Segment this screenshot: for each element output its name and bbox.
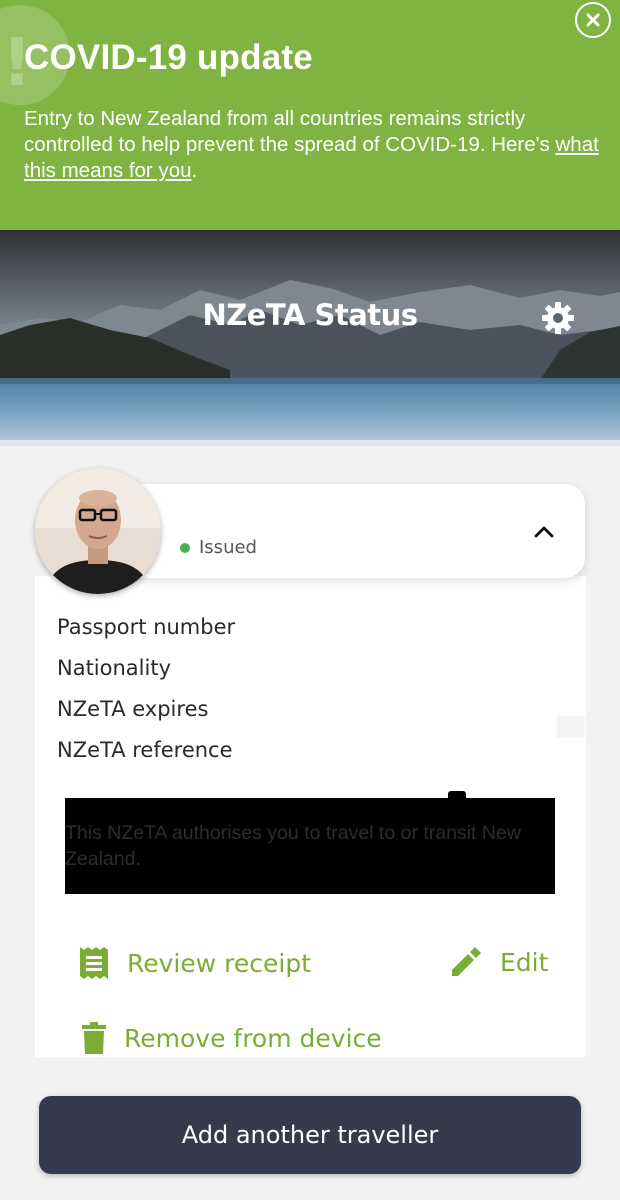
- add-traveller-button[interactable]: Add another traveller: [39, 1096, 581, 1174]
- close-banner-button[interactable]: [575, 2, 611, 38]
- passport-number-label: Passport number: [57, 615, 236, 639]
- collapse-button[interactable]: [530, 518, 558, 546]
- banner-text: Entry to New Zealand from all countries …: [24, 107, 556, 156]
- redaction-fragment: [448, 791, 466, 798]
- receipt-icon: [80, 947, 108, 979]
- hero-header: [0, 230, 620, 446]
- banner-title: COVID-19 update: [24, 38, 313, 77]
- traveller-card-header[interactable]: [100, 484, 585, 578]
- review-receipt-label: Review receipt: [127, 948, 311, 978]
- status-indicator-dot: [180, 543, 190, 553]
- page-title: NZeTA Status: [202, 298, 418, 332]
- gear-icon: [542, 302, 574, 334]
- review-receipt-button[interactable]: Review receipt: [79, 946, 311, 980]
- reference-label: NZeTA reference: [57, 738, 233, 762]
- remove-from-device-button[interactable]: Remove from device: [82, 1022, 382, 1054]
- status-badge: Issued: [199, 537, 257, 558]
- chevron-up-icon: [534, 526, 554, 538]
- add-traveller-label: Add another traveller: [181, 1121, 439, 1149]
- banner-trailing: .: [191, 159, 198, 182]
- banner-body: Entry to New Zealand from all countries …: [24, 106, 599, 184]
- expiry-label: NZeTA expires: [57, 697, 209, 721]
- remove-label: Remove from device: [124, 1023, 382, 1053]
- traveller-photo: [35, 468, 161, 594]
- traveller-avatar: [35, 468, 161, 594]
- edit-label: Edit: [500, 947, 549, 977]
- pencil-icon: [452, 947, 481, 976]
- edit-button[interactable]: Edit: [450, 946, 548, 978]
- nationality-label: Nationality: [57, 656, 172, 680]
- covid-banner: ! COVID-19 update Entry to New Zealand f…: [0, 0, 620, 230]
- close-icon: [586, 13, 600, 27]
- authorisation-text: This NZeTA authorises you to travel to o…: [65, 822, 521, 870]
- settings-button[interactable]: [540, 300, 576, 336]
- redaction-fragment: [557, 716, 585, 738]
- trash-icon: [82, 1022, 106, 1054]
- lake-landscape-image: [0, 230, 620, 446]
